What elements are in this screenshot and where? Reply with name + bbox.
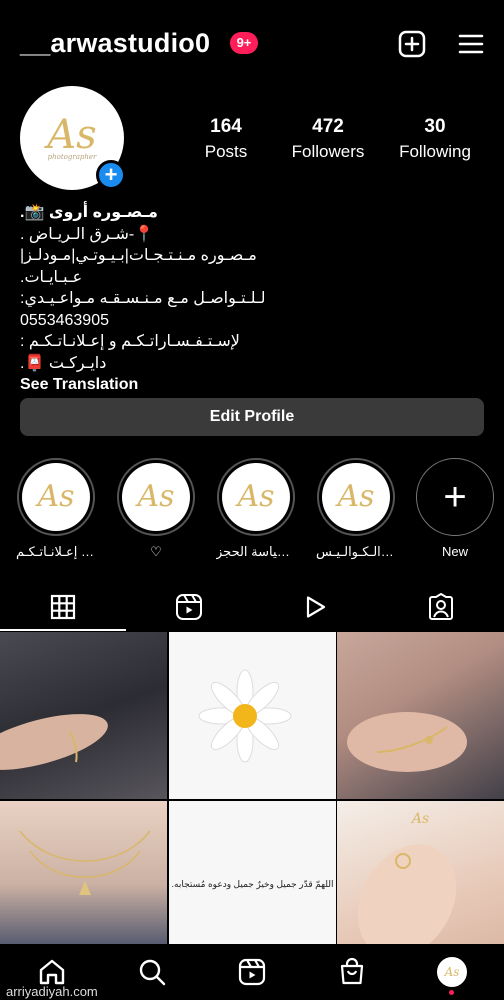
highlight-logo: As	[337, 479, 375, 514]
posts-grid: اللهمّ قدّر جميل وخيرٌ جميل ودعوه مُستجا…	[0, 632, 504, 968]
story-highlights: As إعـلانـاتـكـم 📲 As ♡ As سياسة الحجز..…	[0, 458, 504, 568]
tab-videos[interactable]	[252, 584, 378, 630]
shop-icon[interactable]	[336, 956, 368, 988]
posts-label: Posts	[204, 142, 248, 161]
avatar-logo-text: As	[47, 112, 97, 158]
profile-nav-avatar[interactable]: As	[436, 956, 468, 988]
highlight-label: إعـلانـاتـكـم 📲	[16, 544, 96, 559]
highlight-item[interactable]: As إعـلانـاتـكـم 📲	[16, 458, 96, 560]
tagged-icon	[429, 593, 453, 620]
post-thumbnail[interactable]	[0, 632, 167, 799]
search-icon[interactable]	[136, 956, 168, 988]
followers-label: Followers	[291, 142, 365, 161]
username[interactable]: __arwastudio0	[20, 28, 210, 59]
highlight-item[interactable]: As الـكـوالـيـس ✨	[316, 458, 396, 560]
post-thumbnail[interactable]: As	[337, 801, 504, 968]
highlight-logo: As	[137, 479, 175, 514]
highlight-label: سياسة الحجز...	[216, 544, 296, 559]
tab-tagged[interactable]	[378, 584, 504, 630]
plus-icon: +	[443, 475, 467, 519]
stat-following[interactable]: 30 Following	[390, 116, 480, 162]
post-logo: As	[411, 811, 430, 827]
post-thumbnail[interactable]	[169, 632, 336, 799]
following-count: 30	[424, 116, 446, 137]
avatar-logo-subtext: photographer	[47, 153, 97, 161]
play-icon	[306, 596, 326, 618]
bio-phone[interactable]: 0553463905	[20, 310, 300, 332]
grid-icon	[50, 594, 76, 620]
posts-count: 164	[210, 116, 242, 137]
highlight-logo: As	[37, 479, 75, 514]
new-highlight-button[interactable]: + New	[415, 458, 495, 559]
profile-header: __arwastudio0 9+	[0, 22, 504, 66]
watermark: arriyadiyah.com	[6, 984, 98, 999]
tab-grid[interactable]	[0, 584, 126, 630]
edit-profile-button[interactable]: Edit Profile	[20, 398, 484, 436]
see-translation-link[interactable]: See Translation	[20, 374, 300, 396]
notification-dot	[449, 990, 454, 995]
nav-avatar-logo: As	[444, 965, 460, 979]
reels-icon	[176, 594, 202, 620]
stat-posts[interactable]: 164 Posts	[196, 116, 256, 162]
tab-reels[interactable]	[126, 584, 252, 630]
bio-name: مـصـوره أروى 📸.	[20, 204, 158, 221]
bio-inquiries: لإسـتـفـسـاراتـكـم و إعـلانـاتـكـم :	[20, 333, 240, 350]
followers-count: 472	[312, 116, 344, 137]
bio-location: 📍-شـرق الـريـاض .	[20, 225, 155, 243]
bio-contact-label: لـلـتـواصـل مـع مـنـسـقـه مـواعـيـدي:	[20, 290, 266, 307]
profile-stats: 164 Posts 472 Followers 30 Following	[190, 116, 490, 166]
menu-icon[interactable]	[457, 30, 485, 58]
post-thumbnail[interactable]: اللهمّ قدّر جميل وخيرٌ جميل ودعوه مُستجا…	[169, 801, 336, 968]
post-quote-text: اللهمّ قدّر جميل وخيرٌ جميل ودعوه مُستجا…	[171, 879, 334, 889]
bio-services: مـصـوره مـنـتـجـات|بـيـوتـي|مـودلـز|عـبـ…	[20, 247, 257, 286]
stat-followers[interactable]: 472 Followers	[282, 116, 374, 162]
post-thumbnail[interactable]	[0, 801, 167, 968]
reels-icon[interactable]	[236, 956, 268, 988]
highlight-logo: As	[237, 479, 275, 514]
profile-avatar[interactable]: As photographer +	[20, 86, 126, 190]
following-label: Following	[399, 142, 471, 161]
bio-direct: دايـركـت 📮.	[20, 354, 107, 372]
profile-tabs	[0, 584, 504, 632]
post-thumbnail[interactable]	[337, 632, 504, 799]
daisy-icon	[198, 669, 292, 763]
highlight-item[interactable]: As ♡	[116, 458, 196, 560]
highlight-item[interactable]: As سياسة الحجز...	[216, 458, 296, 560]
add-story-icon[interactable]: +	[96, 160, 126, 190]
notification-badge[interactable]: 9+	[230, 32, 258, 54]
highlight-label: ♡	[150, 544, 162, 559]
highlight-label: الـكـوالـيـس ✨	[316, 544, 396, 559]
create-post-icon[interactable]	[398, 30, 426, 58]
profile-bio: مـصـوره أروى 📸. 📍-شـرق الـريـاض . مـصـور…	[20, 202, 300, 396]
new-highlight-label: New	[441, 544, 468, 559]
active-tab-indicator	[0, 629, 126, 631]
